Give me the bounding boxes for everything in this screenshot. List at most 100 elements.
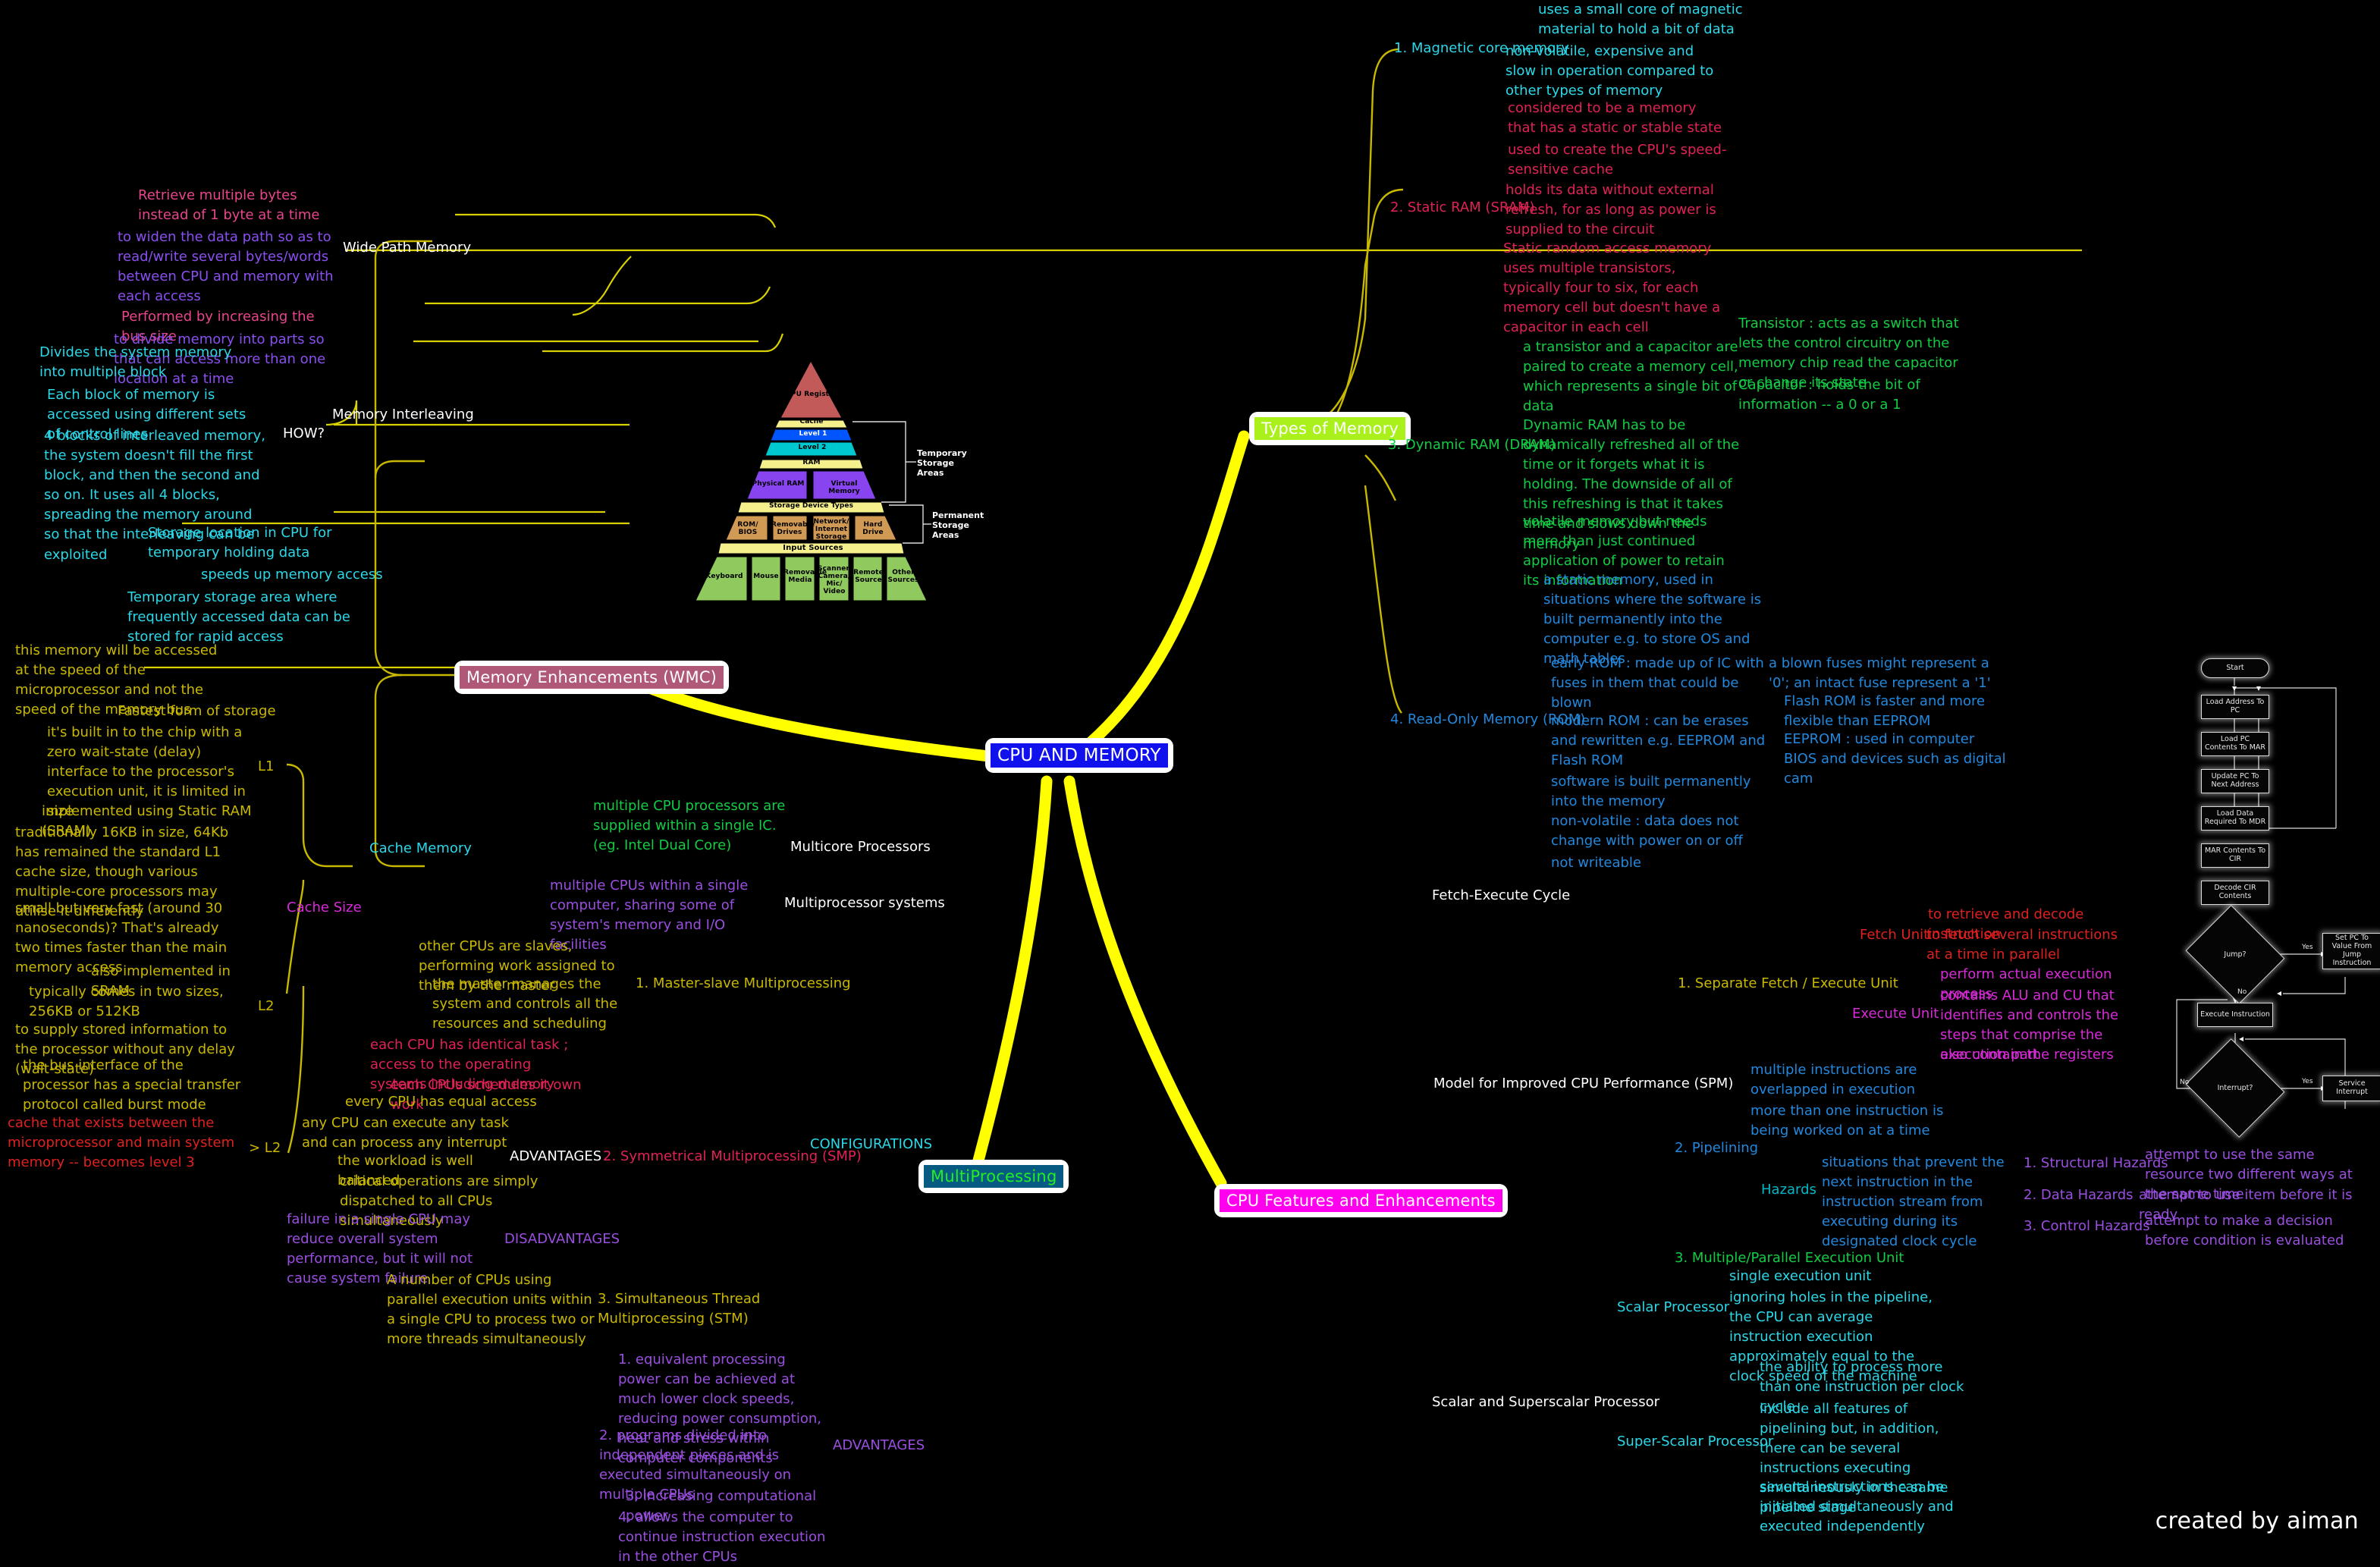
ms-point-2: the master manages the system and contro… <box>432 976 622 1032</box>
label-multiprocessor-systems[interactable]: Multiprocessor systems <box>784 897 945 910</box>
pyr-remote-source: Remote Source <box>853 569 884 584</box>
pyr-virtual-memory: Virtual Memory <box>828 480 860 495</box>
label-multicore-processors[interactable]: Multicore Processors <box>790 840 931 854</box>
label-wide-path-memory[interactable]: Wide Path Memory <box>343 241 471 255</box>
gtl2-point-1: cache that exists between the microproce… <box>8 1115 239 1171</box>
pyr-other-sources: Other Sources <box>887 569 919 584</box>
pipe-point-1: multiple instructions are overlapped in … <box>1750 1062 1922 1098</box>
dram-sub-2: Capacitor : holds the bit of information… <box>1738 377 1925 413</box>
label-cache-size[interactable]: Cache Size <box>287 901 362 915</box>
pyr-keyboard: Keyboard <box>705 573 743 580</box>
label-pipelining[interactable]: 2. Pipelining <box>1675 1141 1758 1155</box>
label-how[interactable]: HOW? <box>283 427 325 441</box>
wpm-point-1: Retrieve multiple bytes instead of 1 byt… <box>138 187 320 224</box>
stm-point-1: A number of CPUs using parallel executio… <box>387 1272 599 1348</box>
memory-hierarchy-pyramid: CPU Register Cache Level 1 Level 2 RAM P… <box>661 353 984 611</box>
mc-point-1: multiple CPU processors are supplied wit… <box>593 798 790 854</box>
branch-memory-enhancements[interactable]: Memory Enhancements (WMC) <box>455 661 729 693</box>
fu-point-2: to fetch several instructions at a time … <box>1926 927 2122 963</box>
branch-memory-enhancements-label: Memory Enhancements (WMC) <box>460 666 724 689</box>
rom-point-3: modern ROM : can be erases and rewritten… <box>1551 713 1769 769</box>
eu-point-3: also contain the registers <box>1940 1047 2114 1063</box>
pyr-side-permanent: Permanent Storage Areas <box>932 510 984 541</box>
pyr-cache-level2: Level 2 <box>798 444 827 451</box>
label-smp-disadvantages[interactable]: DISADVANTAGES <box>504 1233 620 1246</box>
branch-types-of-memory[interactable]: Types of Memory <box>1250 413 1411 444</box>
mindmap-connectors <box>144 213 2082 669</box>
label-scalar-superscalar-processor[interactable]: Scalar and Superscalar Processor <box>1432 1396 1659 1409</box>
l2-point-4: the bus interface of the processor has a… <box>23 1057 245 1113</box>
label-super-scalar-processor[interactable]: Super-Scalar Processor <box>1617 1435 1773 1449</box>
rom-sub-2: Flash ROM is faster and more flexible th… <box>1784 693 1989 730</box>
label-spm[interactable]: Model for Improved CPU Performance (SPM) <box>1433 1077 1733 1091</box>
mindmap-main-trunks <box>627 430 1250 1189</box>
cache-point-3: Temporary storage area where frequently … <box>127 589 355 645</box>
label-fetch-unit[interactable]: Fetch Unit <box>1860 928 1929 942</box>
label-control-hazards[interactable]: 3. Control Hazards <box>2024 1220 2150 1233</box>
label-l1[interactable]: L1 <box>258 760 274 774</box>
label-scalar-processor[interactable]: Scalar Processor <box>1617 1301 1729 1314</box>
mcm-point-1: uses a small core of magnetic material t… <box>1538 2 1747 38</box>
central-node[interactable]: CPU AND MEMORY <box>986 739 1173 772</box>
pipe-point-2: more than one instruction is being worke… <box>1750 1103 1948 1139</box>
pyr-removable-media: Removable Media <box>783 569 827 584</box>
sram-point-1: considered to be a memory that has a sta… <box>1508 100 1722 137</box>
flow-node-mar-cir: MAR Contents To CIR <box>2201 843 2269 868</box>
rom-point-6: not writeable <box>1551 855 1641 871</box>
pyr-cpu-register: CPU Register <box>786 391 837 398</box>
branch-multiprocessing[interactable]: MultiProcessing <box>919 1160 1069 1192</box>
central-node-label: CPU AND MEMORY <box>991 743 1168 768</box>
branch-cpu-features[interactable]: CPU Features and Enhancements <box>1215 1185 1507 1217</box>
label-hazards[interactable]: Hazards <box>1761 1183 1816 1197</box>
label-separate-fetch-execute-unit[interactable]: 1. Separate Fetch / Execute Unit <box>1678 977 1898 991</box>
flow-node-execute-instruction: Execute Instruction <box>2197 1003 2273 1027</box>
flow-decision-jump: Jump? <box>2185 905 2285 1004</box>
pyr-cache: Cache <box>799 418 824 426</box>
wpm-point-2: to widen the data path so as to read/wri… <box>118 229 338 305</box>
label-gt-l2[interactable]: > L2 <box>249 1141 281 1155</box>
pyr-input-sources: Input Sources <box>783 544 843 552</box>
pyr-storage-device-types: Storage Device Types <box>768 502 854 510</box>
smp-adv-1: every CPU has equal access <box>345 1094 537 1110</box>
flow-node-load-data-mdr: Load Data Required To MDR <box>2201 806 2269 831</box>
label-l2[interactable]: L2 <box>258 1000 274 1013</box>
branch-cpu-features-label: CPU Features and Enhancements <box>1220 1189 1502 1212</box>
label-smp[interactable]: 2. Symmetrical Multiprocessing (SMP) <box>603 1150 862 1163</box>
label-fetch-execute-cycle[interactable]: Fetch-Execute Cycle <box>1432 889 1570 903</box>
fetch-execute-flowchart-lower: Jump? Set PC To Value From Jump Instruct… <box>2146 903 2380 1229</box>
pyr-removable-drives: Removable Drives <box>771 521 815 536</box>
pyr-cache-level1: Level 1 <box>799 430 827 438</box>
label-execute-unit[interactable]: Execute Unit <box>1852 1007 1939 1021</box>
l1-point-1: Fastest form of storage <box>118 703 276 719</box>
pyr-ram: RAM <box>802 459 821 466</box>
cache-point-1: Storage location in CPU for temporary ho… <box>148 525 337 561</box>
hazards-description: situations that prevent the next instruc… <box>1822 1154 2009 1250</box>
flow-node-update-pc: Update PC To Next Address <box>2201 769 2269 793</box>
flow-edge-interrupt-yes: Yes <box>2302 1078 2313 1085</box>
label-data-hazards[interactable]: 2. Data Hazards <box>2024 1189 2134 1202</box>
rom-point-5: non-volatile : data does not change with… <box>1551 813 1744 849</box>
flow-node-load-address-pc: Load Address To PC <box>2201 695 2269 719</box>
sram-point-3: holds its data without external refresh,… <box>1506 182 1721 238</box>
mp-adv-4: 4. allows the computer to continue instr… <box>618 1509 830 1565</box>
mindmap-subtrunks <box>285 48 1404 1154</box>
flow-node-load-pc-mar: Load PC Contents To MAR <box>2201 732 2269 756</box>
branch-types-of-memory-label: Types of Memory <box>1254 417 1406 440</box>
label-multiple-parallel-execution-unit[interactable]: 3. Multiple/Parallel Execution Unit <box>1675 1251 1904 1265</box>
label-cache-memory[interactable]: Cache Memory <box>369 842 472 856</box>
rom-sub-3: EEPROM : used in computer BIOS and devic… <box>1784 731 2011 787</box>
pyr-physical-ram: Physical RAM <box>752 480 805 488</box>
flow-decision-interrupt: Interrupt? <box>2185 1038 2285 1138</box>
label-stm[interactable]: 3. Simultaneous Thread Multiprocessing (… <box>598 1289 780 1329</box>
rom-sub-1: a blown fuses might represent a '0'; an … <box>1769 655 1994 692</box>
label-master-slave-multiprocessing[interactable]: 1. Master-slave Multiprocessing <box>636 977 851 991</box>
sram-point-2: used to create the CPU's speed-sensitive… <box>1508 142 1727 178</box>
branch-multiprocessing-label: MultiProcessing <box>924 1165 1064 1188</box>
flow-node-decode-cir: Decode CIR Contents <box>2201 881 2269 905</box>
sram-point-4: Static random access memory uses multipl… <box>1503 240 1725 336</box>
smp-adv-2: any CPU can execute any task and can pro… <box>302 1115 513 1151</box>
flow-edge-jump-yes: Yes <box>2302 944 2313 951</box>
flow-decision-jump-label: Jump? <box>2224 950 2247 959</box>
label-mp-advantages[interactable]: ADVANTAGES <box>833 1439 925 1452</box>
label-memory-interleaving[interactable]: Memory Interleaving <box>332 408 474 422</box>
